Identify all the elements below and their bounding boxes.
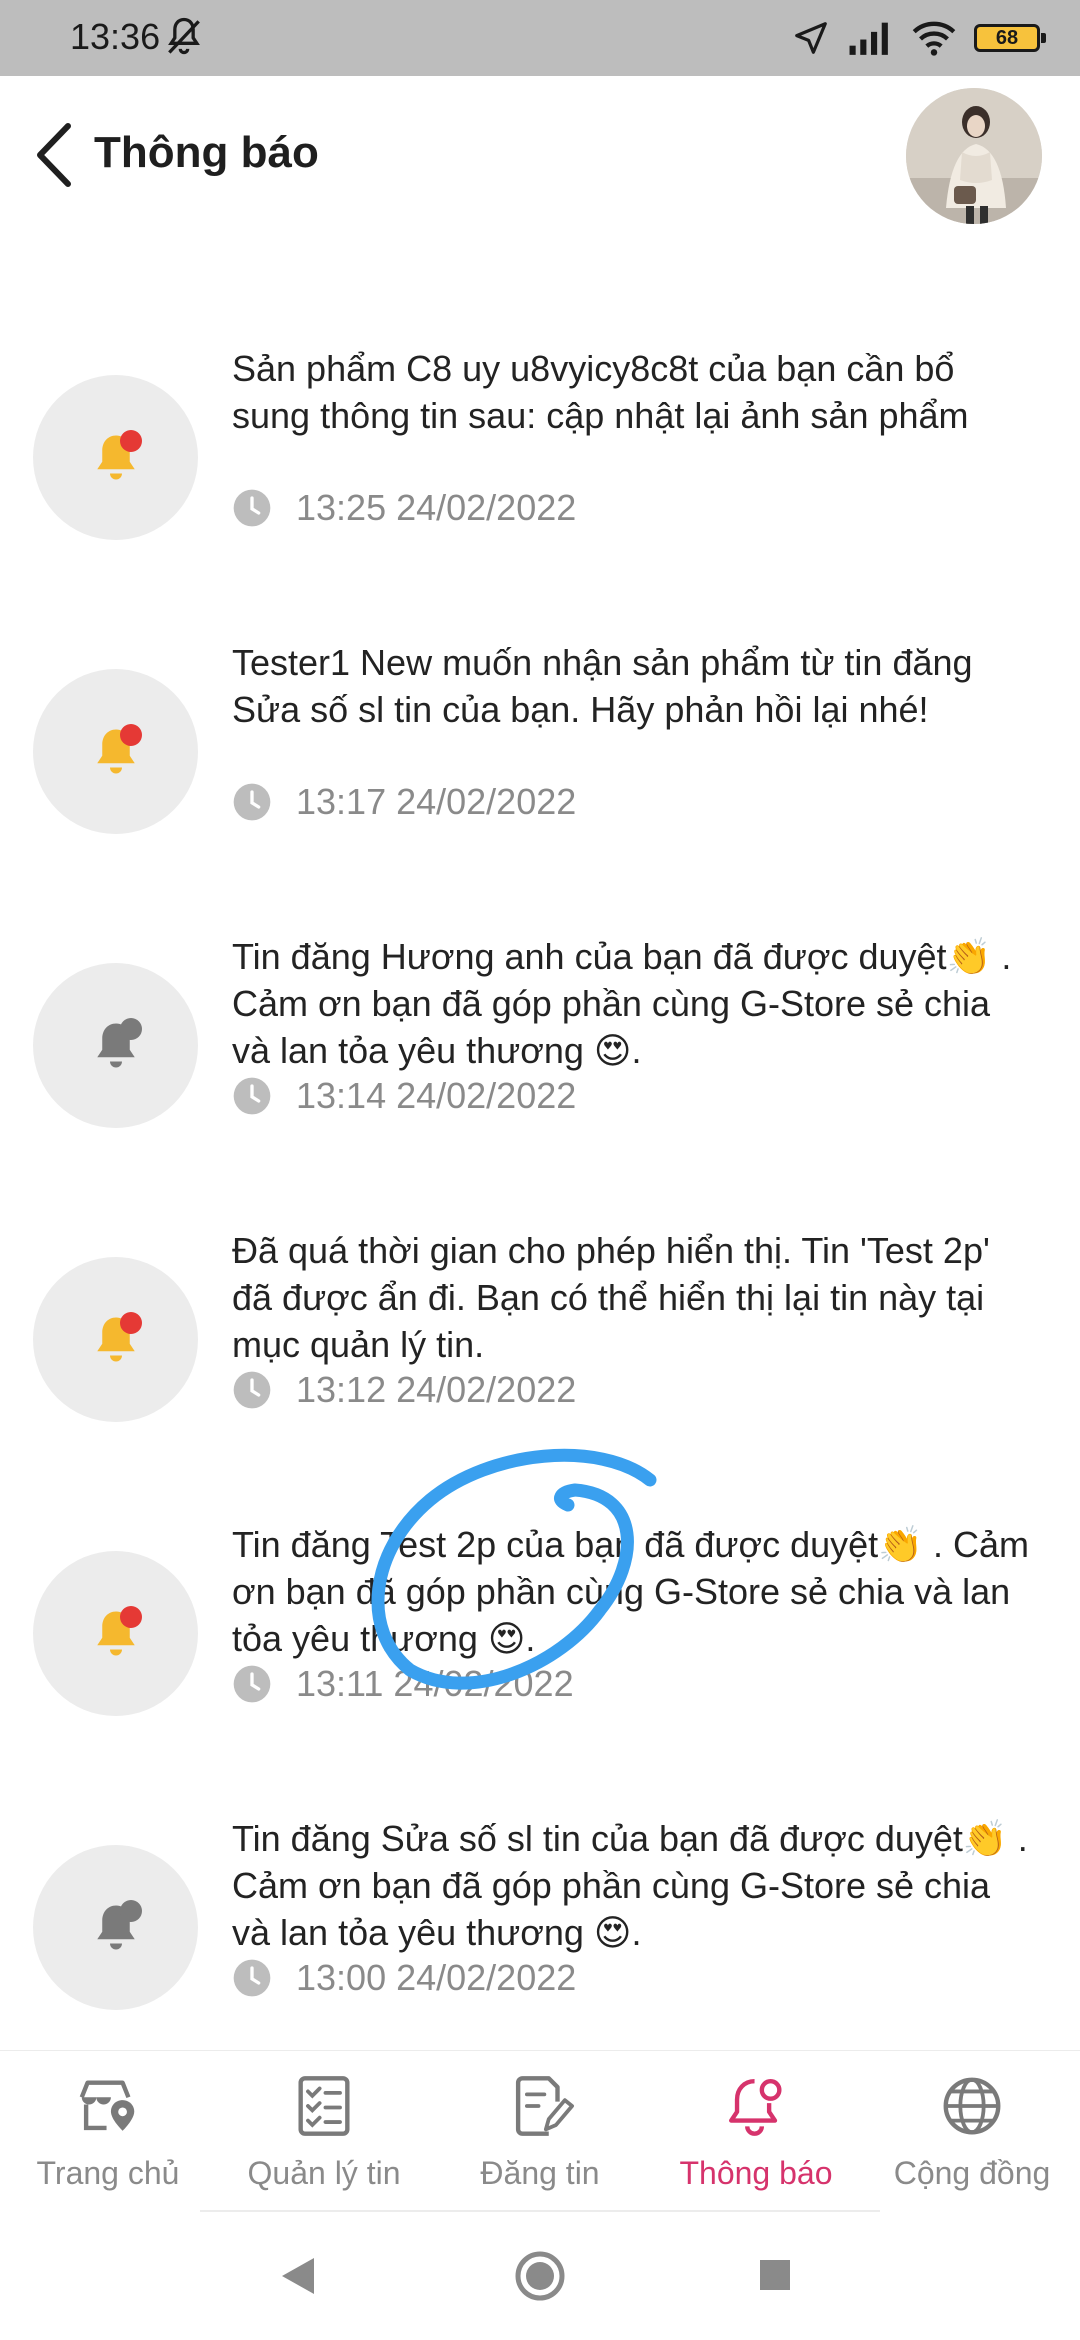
notification-icon [33, 963, 198, 1128]
chevron-left-icon[interactable] [28, 118, 82, 192]
store-location-icon [79, 2080, 135, 2131]
clock-icon [233, 783, 271, 821]
system-home-icon[interactable] [514, 2250, 566, 2302]
notification-text: Tin đăng Test 2p của bạn đã được duyệt👏 … [232, 1524, 1029, 1659]
nav-item-home[interactable]: Trang chủ [0, 2071, 216, 2192]
location-arrow-icon [795, 22, 827, 54]
nav-label-manage: Quản lý tin [247, 2155, 401, 2191]
nav-label-post: Đăng tin [480, 2155, 600, 2191]
notification-time: 13:25 24/02/2022 [232, 487, 576, 529]
avatar[interactable] [906, 88, 1042, 224]
notification-time: 13:11 24/02/2022 [232, 1663, 574, 1705]
notification-time: 13:00 24/02/2022 [232, 1957, 576, 1999]
bottom-nav: Trang chủ Quản lý tin Đăng tin Thông báo [0, 2050, 1080, 2211]
nav-label-notifications: Thông báo [679, 2155, 833, 2191]
nav-label-community: Cộng đồng [893, 2155, 1051, 2191]
notification-time-text: 13:14 24/02/2022 [296, 1075, 577, 1116]
notification-text: Sản phẩm C8 uy u8vyicy8c8t của bạn cần b… [232, 348, 969, 436]
wifi-icon [912, 21, 956, 56]
signal-icon [849, 22, 888, 55]
notification-icon [33, 1257, 198, 1422]
notification-time-text: 13:17 24/02/2022 [296, 781, 577, 822]
clock-icon [233, 1665, 271, 1703]
notification-time-text: 13:25 24/02/2022 [296, 487, 577, 528]
notification-text: Tin đăng Hương anh của bạn đã được duyệt… [232, 936, 1012, 1071]
notification-icon [33, 1551, 198, 1716]
system-nav-bar [0, 2212, 1080, 2340]
bell-icon [96, 1317, 135, 1361]
notification-item[interactable]: Tester1 New muốn nhận sản phẩm từ tin đă… [0, 639, 1080, 933]
notification-icon [33, 1845, 198, 2010]
notification-time: 13:12 24/02/2022 [232, 1369, 576, 1411]
notification-time-text: 13:12 24/02/2022 [296, 1369, 577, 1410]
bell-icon [96, 1905, 135, 1949]
status-icons: 68 [792, 12, 1046, 64]
bell-icon [96, 435, 135, 479]
notification-item[interactable]: Sản phẩm C8 uy u8vyicy8c8t của bạn cần b… [0, 345, 1080, 639]
notification-icon [33, 669, 198, 834]
edit-document-icon [515, 2076, 574, 2136]
nav-item-community[interactable]: Cộng đồng [864, 2071, 1080, 2192]
system-back-icon[interactable] [278, 2254, 318, 2298]
notification-text: Tin đăng Sửa số sl tin của bạn đã được d… [232, 1818, 1028, 1953]
nav-item-post[interactable]: Đăng tin [432, 2071, 648, 2192]
nav-label-home: Trang chủ [36, 2155, 180, 2191]
notification-list: Sản phẩm C8 uy u8vyicy8c8t của bạn cần b… [0, 345, 1080, 2109]
avatar-photo [906, 88, 1042, 224]
battery-icon: 68 [974, 24, 1046, 52]
notification-text: Đã quá thời gian cho phép hiển thị. Tin … [232, 1230, 990, 1365]
notification-icon [33, 375, 198, 540]
bell-off-icon [168, 17, 200, 55]
notification-item[interactable]: Tin đăng Test 2p của bạn đã được duyệt👏 … [0, 1521, 1080, 1815]
bell-icon [729, 2079, 782, 2136]
globe-icon [943, 2077, 1001, 2135]
clock-icon [233, 489, 271, 527]
notification-time: 13:17 24/02/2022 [232, 781, 576, 823]
bell-icon [96, 1611, 135, 1655]
notification-time-text: 13:11 24/02/2022 [296, 1663, 574, 1704]
clock-icon [233, 1077, 271, 1115]
nav-item-manage[interactable]: Quản lý tin [216, 2071, 432, 2192]
notification-item[interactable]: Tin đăng Hương anh của bạn đã được duyệt… [0, 933, 1080, 1227]
bell-icon [96, 729, 135, 773]
clock-icon [233, 1959, 271, 1997]
status-bar: 13:36 68 [0, 0, 1080, 76]
notification-item[interactable]: Đã quá thời gian cho phép hiển thị. Tin … [0, 1227, 1080, 1521]
nav-item-notifications[interactable]: Thông báo [648, 2071, 864, 2192]
notification-time: 13:14 24/02/2022 [232, 1075, 576, 1117]
page-title: Thông báo [94, 128, 319, 177]
clock-icon [233, 1371, 271, 1409]
header: Thông báo [0, 76, 1080, 236]
checklist-icon [298, 2076, 350, 2136]
battery-level: 68 [995, 26, 1019, 49]
status-time: 13:36 [70, 16, 161, 57]
system-recents-icon[interactable] [758, 2258, 792, 2292]
bell-icon [96, 1023, 135, 1067]
notification-text: Tester1 New muốn nhận sản phẩm từ tin đă… [232, 642, 973, 730]
notification-time-text: 13:00 24/02/2022 [296, 1957, 577, 1998]
